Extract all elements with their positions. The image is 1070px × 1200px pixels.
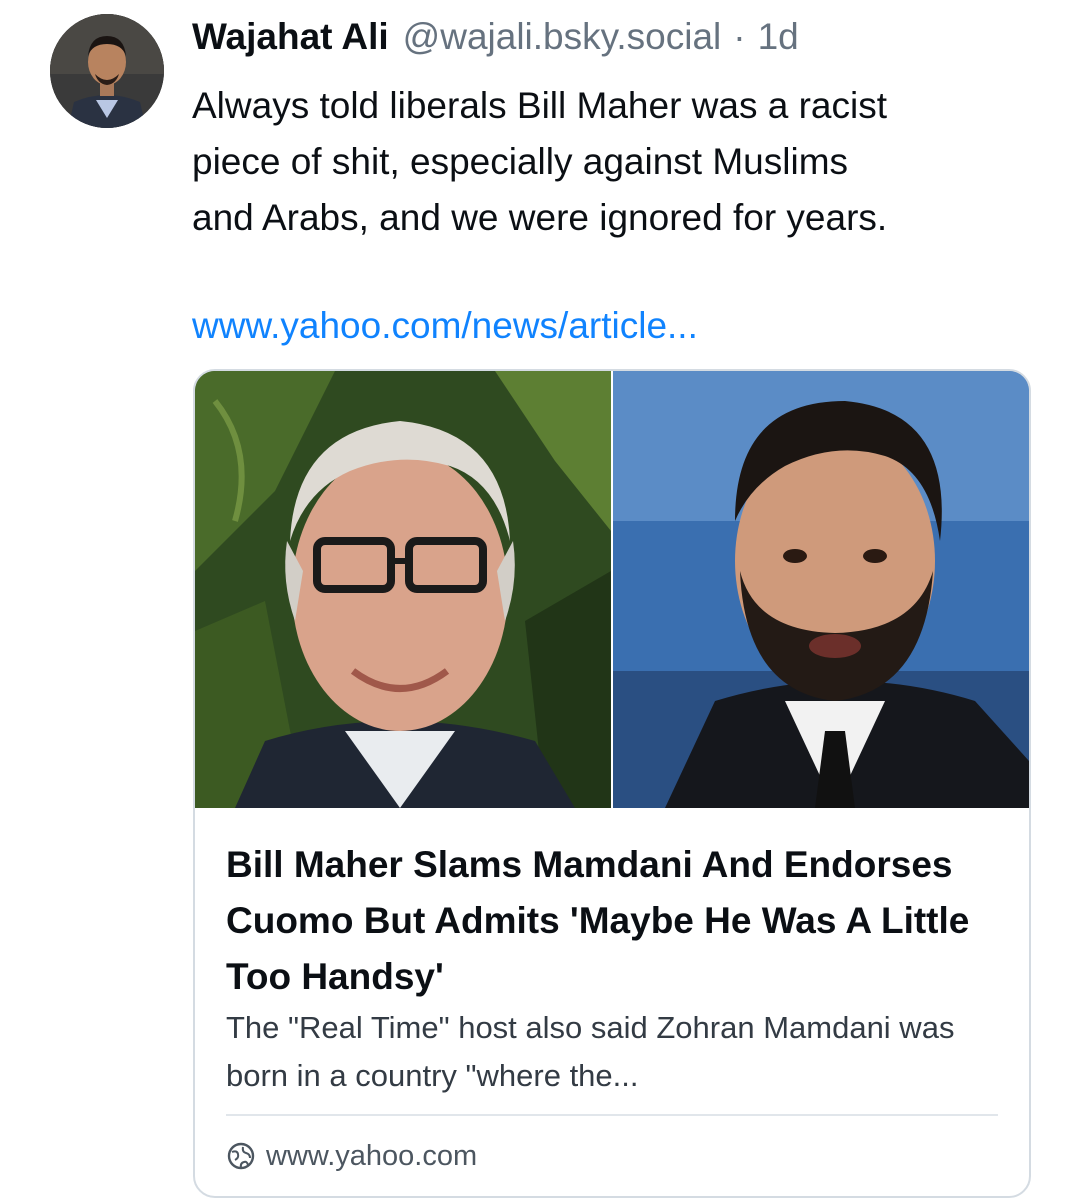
- globe-icon: [227, 1142, 255, 1170]
- post-header: Wajahat Ali @wajali.bsky.social · 1d: [192, 12, 799, 62]
- link-preview-card[interactable]: Bill Maher Slams Mamdani And Endorses Cu…: [193, 369, 1031, 1198]
- author-name[interactable]: Wajahat Ali: [192, 12, 389, 62]
- avatar-photo: [50, 14, 164, 128]
- card-description: The "Real Time" host also said Zohran Ma…: [226, 1010, 955, 1093]
- author-handle[interactable]: @wajali.bsky.social: [403, 12, 722, 62]
- card-domain-row: www.yahoo.com: [226, 1133, 477, 1179]
- post-text: Always told liberals Bill Maher was a ra…: [192, 78, 1042, 246]
- card-title: Bill Maher Slams Mamdani And Endorses Cu…: [226, 844, 970, 997]
- author-avatar[interactable]: [50, 14, 164, 128]
- post-link[interactable]: www.yahoo.com/news/article...: [192, 298, 698, 354]
- post-text-line: piece of shit, especially against Muslim…: [192, 141, 849, 182]
- card-divider: [226, 1114, 998, 1116]
- post-text-line: Always told liberals Bill Maher was a ra…: [192, 85, 888, 126]
- post-timestamp[interactable]: 1d: [758, 12, 799, 62]
- card-domain: www.yahoo.com: [266, 1139, 478, 1172]
- separator-dot: ·: [733, 16, 746, 57]
- card-thumbnail-image: [195, 371, 1029, 808]
- post-text-line: and Arabs, and we were ignored for years…: [192, 197, 888, 238]
